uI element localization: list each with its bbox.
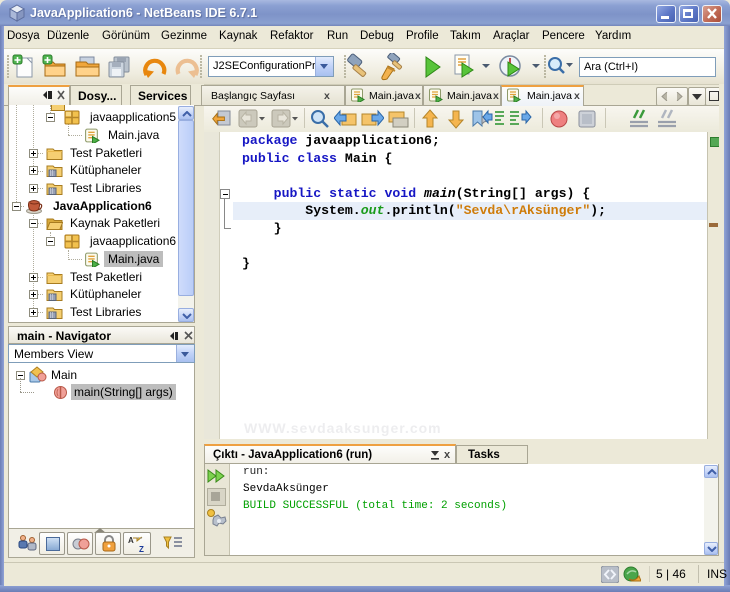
svg-text:Z: Z	[139, 545, 144, 553]
svg-text:A: A	[128, 536, 134, 545]
